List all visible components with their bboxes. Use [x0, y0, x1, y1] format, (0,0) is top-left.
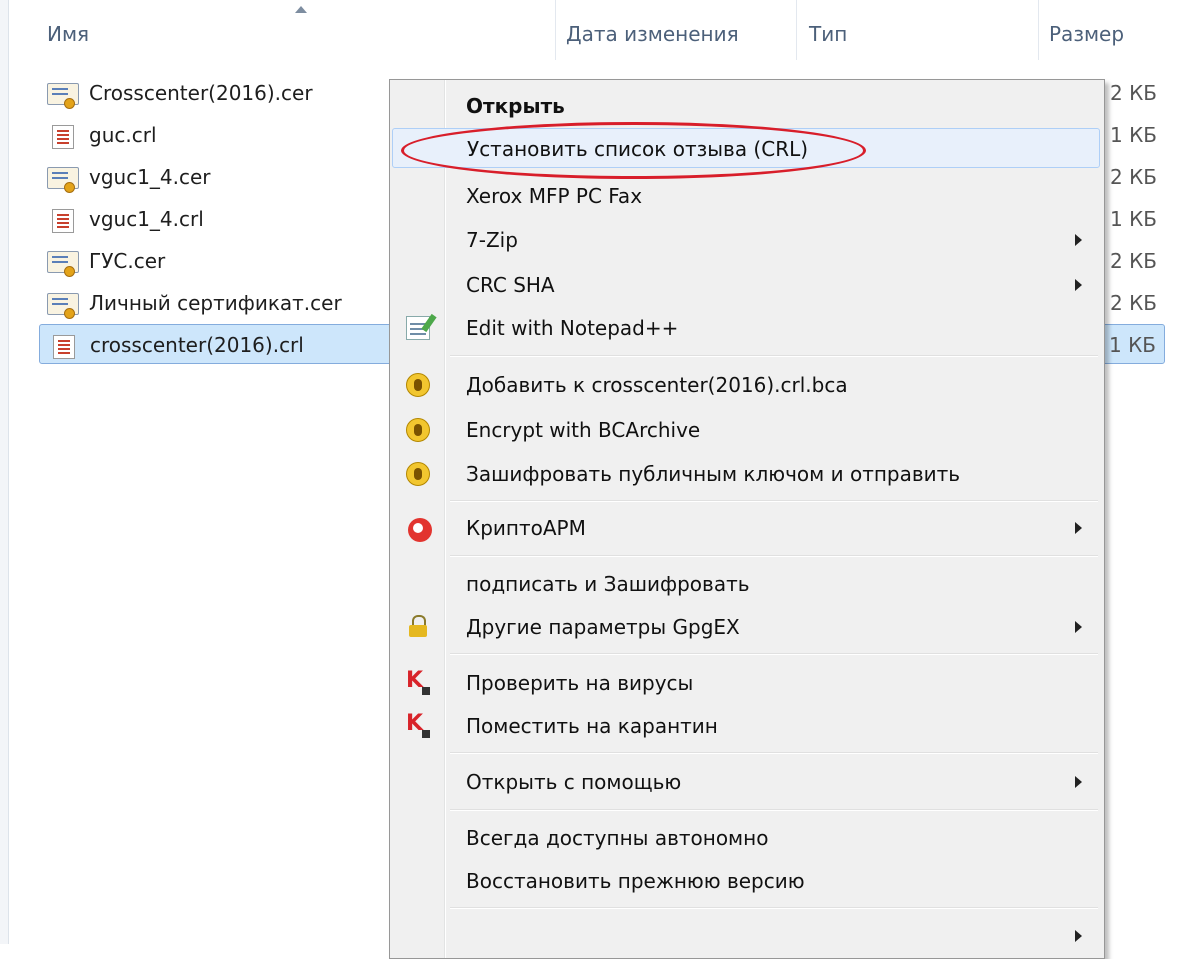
- menu-item-label: CRC SHA: [466, 273, 555, 297]
- menu-item-cryptoarm[interactable]: КриптоАРМ: [392, 508, 1100, 548]
- menu-item-quarantine[interactable]: Поместить на карантин: [392, 706, 1100, 746]
- submenu-arrow-icon: [1075, 522, 1082, 534]
- submenu-arrow-icon: [1075, 234, 1082, 246]
- file-size: 2 КБ: [1109, 249, 1157, 273]
- file-size: 2 КБ: [1109, 291, 1157, 315]
- file-size: 1 КБ: [1109, 123, 1157, 147]
- column-header-type[interactable]: Тип: [809, 22, 847, 46]
- column-header-size[interactable]: Размер: [1049, 22, 1124, 46]
- menu-separator: [450, 500, 1098, 502]
- menu-item-label: Encrypt with BCArchive: [466, 418, 701, 442]
- bcarchive-icon: [406, 418, 430, 442]
- file-size: 2 КБ: [1109, 165, 1157, 189]
- menu-item-label: Открыть с помощью: [466, 770, 682, 794]
- lock-icon: [409, 615, 433, 639]
- menu-item-sign-encrypt[interactable]: подписать и Зашифровать: [392, 564, 1100, 604]
- kaspersky-icon: [406, 711, 430, 738]
- column-header-date[interactable]: Дата изменения: [566, 22, 739, 46]
- menu-separator: [450, 653, 1098, 655]
- menu-item-always-offline[interactable]: Всегда доступны автономно: [392, 818, 1100, 858]
- cryptoarm-icon: [408, 518, 432, 542]
- crl-file-icon: [52, 209, 74, 233]
- submenu-arrow-icon: [1075, 621, 1082, 633]
- column-divider[interactable]: [796, 0, 797, 60]
- file-size: 1 КБ: [1108, 333, 1156, 357]
- file-name: Crosscenter(2016).cer: [89, 81, 313, 105]
- menu-item-label: Добавить к crosscenter(2016).crl.bca: [466, 373, 848, 397]
- file-name: ГУС.cer: [89, 249, 166, 273]
- menu-item-encrypt-bca[interactable]: Encrypt with BCArchive: [392, 410, 1100, 450]
- column-divider[interactable]: [1038, 0, 1039, 60]
- menu-item-gpgex[interactable]: Другие параметры GpgEX: [392, 607, 1100, 647]
- notepadpp-icon: [406, 316, 430, 340]
- bcarchive-icon: [406, 373, 430, 397]
- certificate-icon: [47, 83, 79, 109]
- menu-item-open-with[interactable]: Открыть с помощью: [392, 762, 1100, 802]
- menu-item-restore-version[interactable]: Восстановить прежнюю версию: [392, 861, 1100, 901]
- menu-item-label: 7-Zip: [466, 228, 518, 252]
- file-size: 1 КБ: [1109, 207, 1157, 231]
- menu-separator: [450, 752, 1098, 754]
- menu-item-label: Проверить на вирусы: [466, 671, 694, 695]
- sort-arrow-icon: [295, 6, 307, 13]
- context-menu: Открыть Установить список отзыва (CRL) X…: [389, 79, 1105, 959]
- column-header-name[interactable]: Имя: [47, 22, 89, 46]
- crl-file-icon: [53, 335, 75, 359]
- menu-item-7zip[interactable]: 7-Zip: [392, 220, 1100, 260]
- certificate-icon: [47, 293, 79, 319]
- file-size: 2 КБ: [1109, 81, 1157, 105]
- file-name: guc.crl: [89, 123, 157, 147]
- menu-item-partial[interactable]: [392, 916, 1100, 956]
- submenu-arrow-icon: [1075, 776, 1082, 788]
- menu-item-label: Восстановить прежнюю версию: [466, 869, 805, 893]
- crl-file-icon: [52, 125, 74, 149]
- menu-separator: [450, 907, 1098, 909]
- menu-item-add-bca[interactable]: Добавить к crosscenter(2016).crl.bca: [392, 365, 1100, 405]
- file-name: vguc1_4.crl: [89, 207, 204, 231]
- menu-separator: [450, 355, 1098, 357]
- certificate-icon: [47, 167, 79, 193]
- menu-item-open[interactable]: Открыть: [392, 86, 1100, 126]
- menu-item-scan-virus[interactable]: Проверить на вирусы: [392, 663, 1100, 703]
- red-highlight-ellipse: [401, 122, 866, 179]
- menu-item-label: Зашифровать публичным ключом и отправить: [466, 462, 961, 486]
- menu-item-label: Edit with Notepad++: [466, 316, 679, 340]
- menu-item-crc-sha[interactable]: CRC SHA: [392, 265, 1100, 305]
- menu-item-label: Другие параметры GpgEX: [466, 615, 740, 639]
- menu-separator: [450, 809, 1098, 811]
- menu-item-label: Xerox MFP PC Fax: [466, 184, 643, 208]
- column-divider[interactable]: [555, 0, 556, 60]
- menu-item-encrypt-send[interactable]: Зашифровать публичным ключом и отправить: [392, 454, 1100, 494]
- menu-item-label: Поместить на карантин: [466, 714, 718, 738]
- menu-separator: [450, 555, 1098, 557]
- menu-item-label: Открыть: [466, 94, 565, 118]
- bcarchive-icon: [406, 462, 430, 486]
- window-left-edge: [0, 0, 9, 944]
- column-header-bar: Имя Дата изменения Тип Размер: [8, 0, 1190, 66]
- certificate-icon: [47, 251, 79, 277]
- file-name: Личный сертификат.cer: [89, 291, 342, 315]
- menu-item-notepadpp[interactable]: Edit with Notepad++: [392, 308, 1100, 348]
- file-name: vguc1_4.cer: [89, 165, 211, 189]
- file-name: crosscenter(2016).crl: [90, 333, 304, 357]
- submenu-arrow-icon: [1075, 279, 1082, 291]
- menu-item-xerox-fax[interactable]: Xerox MFP PC Fax: [392, 176, 1100, 216]
- menu-item-label: Всегда доступны автономно: [466, 826, 769, 850]
- submenu-arrow-icon: [1075, 930, 1082, 942]
- kaspersky-icon: [406, 668, 430, 695]
- menu-item-label: КриптоАРМ: [466, 516, 586, 540]
- menu-item-label: подписать и Зашифровать: [466, 572, 750, 596]
